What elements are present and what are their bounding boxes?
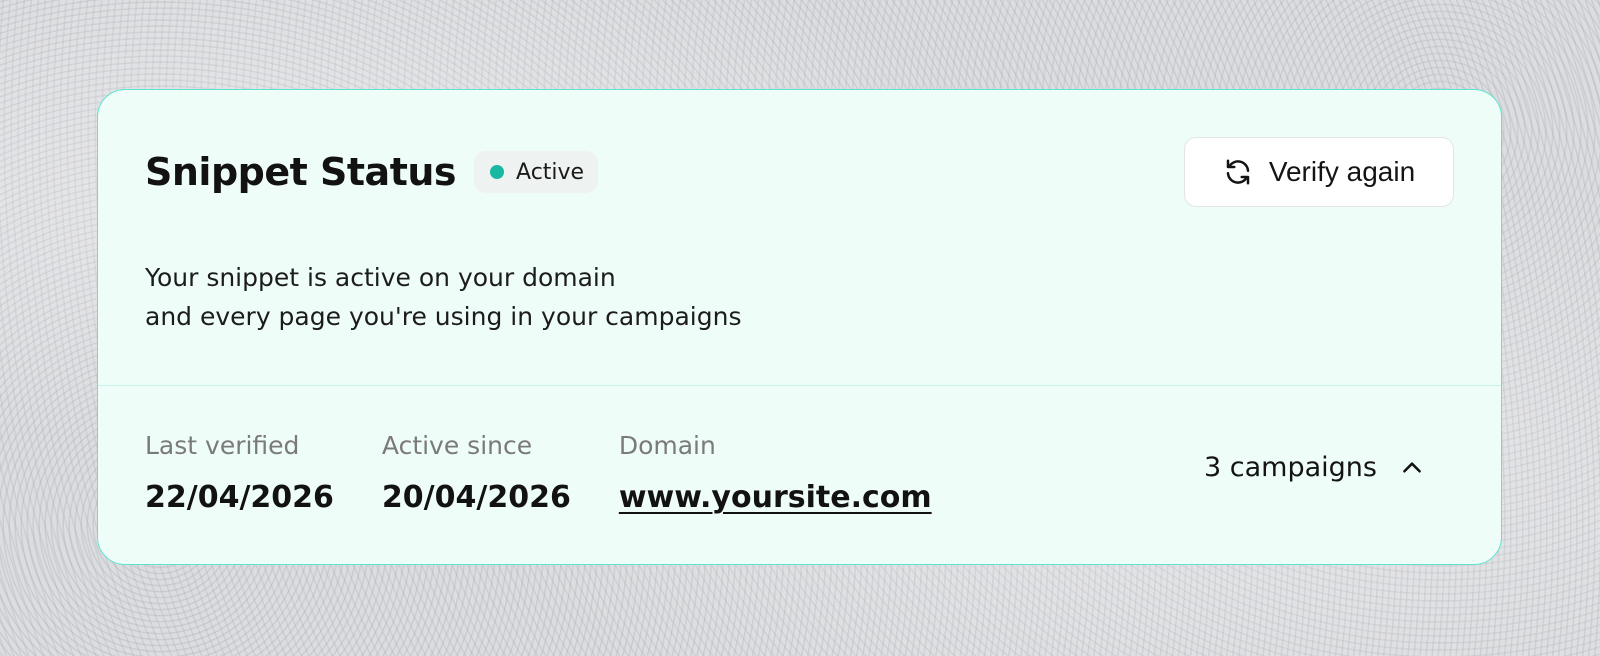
campaigns-toggle[interactable]: 3 campaigns (1204, 452, 1425, 483)
domain-link[interactable]: www.yoursite.com (619, 480, 932, 516)
meta-row: Last verified 22/04/2026 Active since 20… (145, 430, 980, 516)
status-dot-icon (490, 165, 505, 179)
snippet-status-card: Snippet Status Active Verify again Your … (97, 89, 1502, 565)
description-line-1: Your snippet is active on your domain (145, 263, 616, 292)
last-verified-value: 22/04/2026 (145, 480, 334, 515)
domain-label: Domain (618, 431, 716, 460)
title-row: Snippet Status Active (145, 150, 599, 194)
status-badge-label: Active (516, 159, 585, 185)
card-header-section: Snippet Status Active Verify again Your … (98, 90, 1501, 386)
last-verified-label: Last verified (145, 431, 300, 460)
active-since-label: Active since (381, 431, 533, 460)
status-badge: Active (474, 151, 599, 193)
active-since-group: Active since 20/04/2026 (382, 430, 571, 516)
last-verified-group: Last verified 22/04/2026 (145, 430, 334, 516)
verify-again-label: Verify again (1268, 156, 1416, 187)
domain-group: Domain www.yoursite.com (619, 430, 932, 516)
refresh-icon (1223, 157, 1253, 187)
description-line-2: and every page you're using in your camp… (145, 302, 742, 331)
card-title: Snippet Status (145, 150, 457, 194)
campaigns-count-label: 3 campaigns (1204, 452, 1377, 483)
verify-again-button[interactable]: Verify again (1184, 137, 1454, 207)
status-description: Your snippet is active on your domain an… (145, 258, 741, 336)
chevron-up-icon (1399, 455, 1425, 481)
active-since-value: 20/04/2026 (381, 480, 571, 515)
